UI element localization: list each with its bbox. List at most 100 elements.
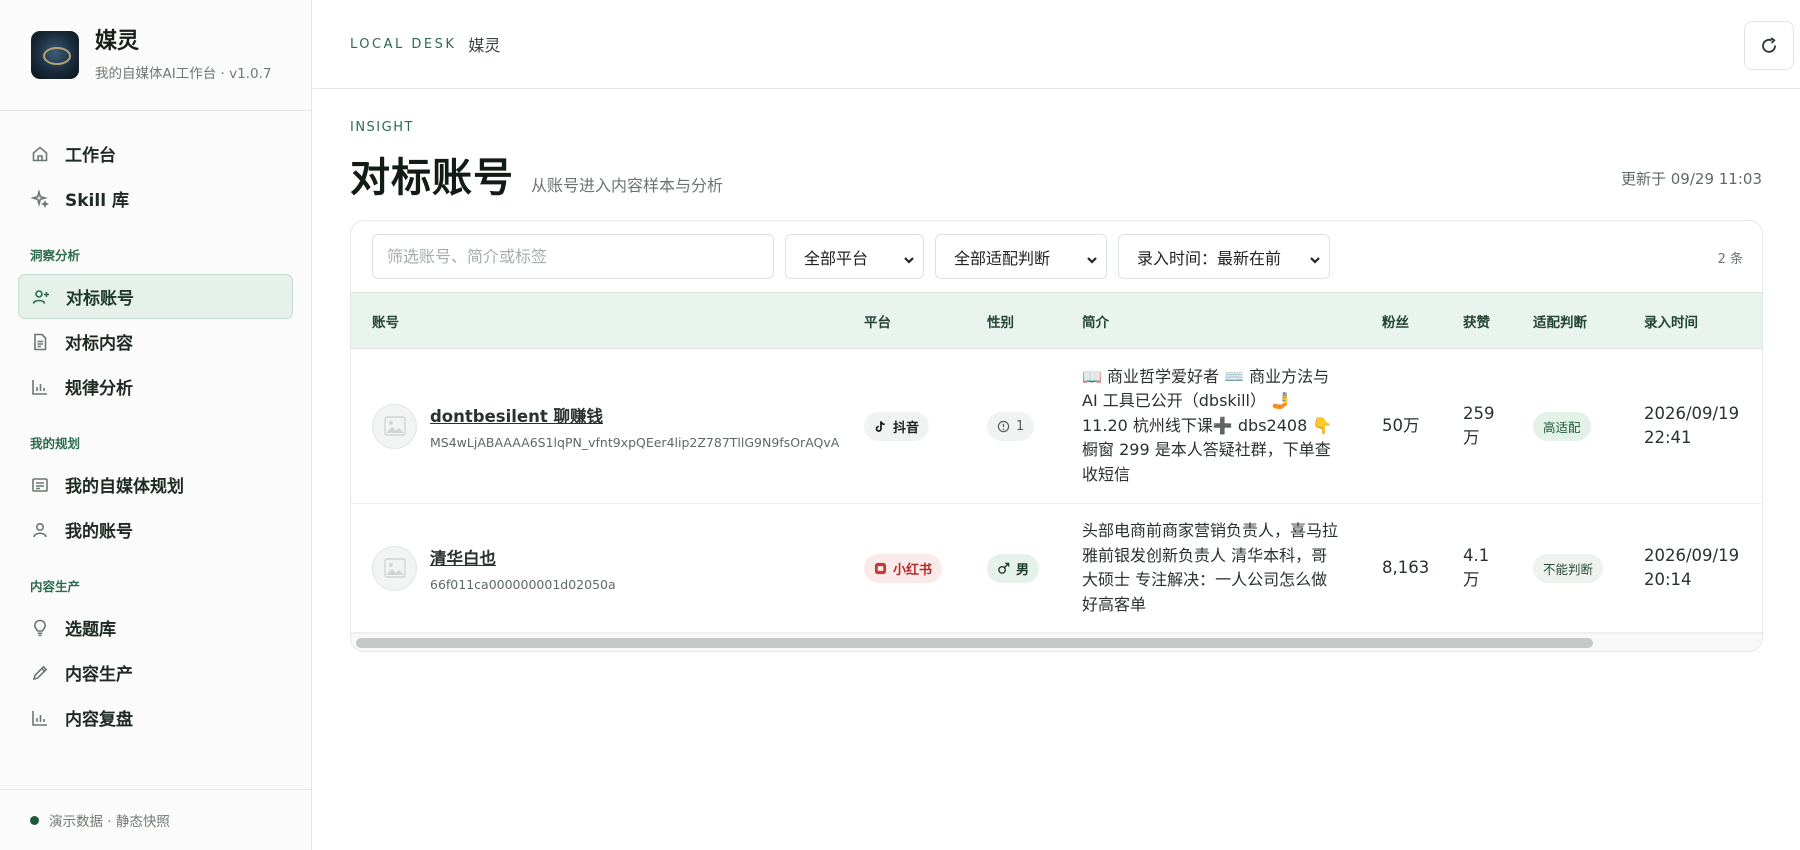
sidebar-item-media-plan[interactable]: 我的自媒体规划 [18, 462, 293, 507]
result-count: 2 条 [1717, 252, 1743, 267]
sidebar: 媒灵 我的自媒体AI工作台 · v1.0.7 工作台 Skill 库 洞察分析 … [0, 0, 312, 850]
sidebar-item-content-production[interactable]: 内容生产 [18, 650, 293, 695]
app-subtitle: 我的自媒体AI工作台 · v1.0.7 [95, 66, 272, 82]
refresh-icon [1762, 36, 1776, 53]
document-icon [31, 333, 49, 351]
page-title: 对标账号 [350, 155, 514, 201]
image-placeholder-icon [383, 558, 406, 578]
lightbulb-icon [31, 619, 49, 637]
fit-badge: 不能判断 [1533, 553, 1604, 583]
likes-count: 4.1 万 [1463, 546, 1490, 589]
image-placeholder-icon [383, 416, 406, 436]
table-row[interactable]: dontbesilent 聊赚钱 MS4wLjABAAAA6S1lqPN_vfn… [351, 349, 1762, 504]
avatar [372, 403, 417, 449]
page-subtitle: 从账号进入内容样本与分析 [531, 176, 724, 195]
sidebar-item-label: 工作台 [65, 146, 116, 166]
gender-label: 男 [1016, 562, 1030, 578]
search-input[interactable] [372, 234, 774, 279]
table-header-row: 账号 平台 性别 简介 粉丝 获赞 适配判断 录入时间 [351, 292, 1762, 349]
app-logo [31, 31, 79, 79]
sidebar-item-benchmark-accounts[interactable]: 对标账号 [18, 274, 293, 319]
sparkle-icon [31, 189, 49, 208]
bar-chart-icon [31, 378, 49, 396]
chevron-down-icon [903, 251, 915, 264]
user-plus-icon [32, 288, 50, 306]
xiaohongshu-icon [874, 562, 887, 574]
column-header[interactable]: 账号 [351, 293, 843, 349]
home-icon [31, 145, 49, 163]
brand: 媒灵 我的自媒体AI工作台 · v1.0.7 [0, 0, 311, 111]
sidebar-item-content-review[interactable]: 内容复盘 [18, 695, 293, 740]
sidebar-footer: 演示数据 · 静态快照 [0, 789, 311, 850]
sort-select-value: 录入时间：最新在前 [1137, 248, 1282, 268]
sidebar-item-topic-library[interactable]: 选题库 [18, 605, 293, 650]
top-app-name: 媒灵 [468, 36, 501, 55]
top-eyebrow: LOCAL DESK [350, 36, 457, 52]
nav-group-title: 我的规划 [30, 436, 81, 451]
platform-select[interactable]: 全部平台 [785, 234, 924, 279]
douyin-icon [875, 420, 885, 432]
sidebar-item-label: Skill 库 [65, 191, 129, 211]
fit-select-value: 全部适配判断 [954, 248, 1051, 268]
platform-label: 抖音 [893, 420, 920, 436]
account-name-link[interactable]: dontbesilent 聊赚钱 [430, 403, 839, 427]
user-icon [31, 521, 49, 539]
sort-select[interactable]: 录入时间：最新在前 [1118, 234, 1330, 279]
sidebar-item-label: 内容复盘 [65, 710, 133, 730]
sidebar-item-my-accounts[interactable]: 我的账号 [18, 507, 293, 552]
fans-count: 50万 [1382, 416, 1420, 435]
account-id: MS4wLjABAAAA6S1lqPN_vfnt9xpQEer4lip2Z787… [430, 434, 840, 450]
column-header[interactable]: 平台 [843, 293, 966, 349]
footer-text: 演示数据 · 静态快照 [49, 814, 170, 830]
sidebar-item-pattern-analysis[interactable]: 规律分析 [18, 364, 293, 409]
fit-select[interactable]: 全部适配判断 [935, 234, 1107, 279]
scrollbar-thumb[interactable] [356, 638, 1593, 648]
avatar [372, 545, 417, 591]
refresh-button[interactable] [1744, 21, 1794, 70]
likes-count: 259 万 [1463, 404, 1495, 447]
account-bio: 头部电商前商家营销负责人，喜马拉雅前银发创新负责人 清华本科，哥大硕士 专注解决… [1082, 521, 1339, 614]
sidebar-item-label: 对标内容 [65, 334, 133, 354]
sidebar-item-benchmark-content[interactable]: 对标内容 [18, 319, 293, 364]
gender-label: 1 [1016, 418, 1025, 434]
column-header[interactable]: 简介 [1061, 293, 1361, 349]
gender-badge: 1 [987, 411, 1035, 441]
table-row[interactable]: 清华白也 66f011ca000000001d02050a 小红书 男 头部电商… [351, 504, 1762, 633]
sidebar-nav: 工作台 Skill 库 洞察分析 对标账号 对标内容 规律分析 我的规划 我的自… [0, 111, 311, 740]
sidebar-item-label: 对标账号 [66, 289, 134, 309]
column-header[interactable]: 适配判断 [1512, 293, 1623, 349]
entry-time: 22:41 [1644, 428, 1692, 447]
info-icon [997, 420, 1010, 432]
pencil-icon [31, 664, 49, 682]
horizontal-scrollbar[interactable] [351, 633, 1762, 651]
nav-group-title: 洞察分析 [30, 248, 81, 263]
male-icon [998, 562, 1010, 574]
app-name: 媒灵 [95, 29, 140, 54]
sidebar-item-workbench[interactable]: 工作台 [18, 131, 293, 176]
sidebar-item-label: 内容生产 [65, 665, 133, 685]
account-bio: 📖 商业哲学爱好者 ⌨️ 商业方法与 AI 工具已公开（dbskill） 🤳 1… [1082, 366, 1333, 484]
entry-time: 20:14 [1644, 570, 1692, 589]
entry-date: 2026/09/19 [1644, 546, 1740, 565]
account-id: 66f011ca000000001d02050a [430, 576, 616, 592]
filter-bar: 全部平台 全部适配判断 录入时间：最新在前 2 条 [351, 221, 1762, 292]
sidebar-item-skill-library[interactable]: Skill 库 [18, 176, 293, 221]
top-bar: LOCAL DESK 媒灵 [313, 0, 1800, 89]
platform-label: 小红书 [893, 562, 933, 578]
sidebar-item-label: 规律分析 [65, 379, 133, 399]
column-header[interactable]: 录入时间 [1623, 293, 1762, 349]
sidebar-item-label: 选题库 [65, 620, 116, 640]
page-header: INSIGHT 对标账号 从账号进入内容样本与分析 更新于 09/29 11:0… [350, 120, 1762, 203]
column-header[interactable]: 性别 [966, 293, 1061, 349]
page-eyebrow: INSIGHT [350, 120, 414, 135]
list-doc-icon [31, 476, 49, 494]
bar-chart-icon [31, 709, 49, 727]
updated-timestamp: 更新于 09/29 11:03 [1621, 170, 1762, 188]
column-header[interactable]: 获赞 [1442, 293, 1512, 349]
accounts-table: 账号 平台 性别 简介 粉丝 获赞 适配判断 录入时间 dontbesilent… [351, 292, 1762, 633]
column-header[interactable]: 粉丝 [1361, 293, 1442, 349]
account-name-link[interactable]: 清华白也 [430, 545, 616, 569]
sidebar-item-label: 我的账号 [65, 522, 133, 542]
accounts-panel: 全部平台 全部适配判断 录入时间：最新在前 2 条 账号 平台 性别 简介 粉丝… [350, 220, 1763, 652]
platform-select-value: 全部平台 [804, 248, 869, 268]
